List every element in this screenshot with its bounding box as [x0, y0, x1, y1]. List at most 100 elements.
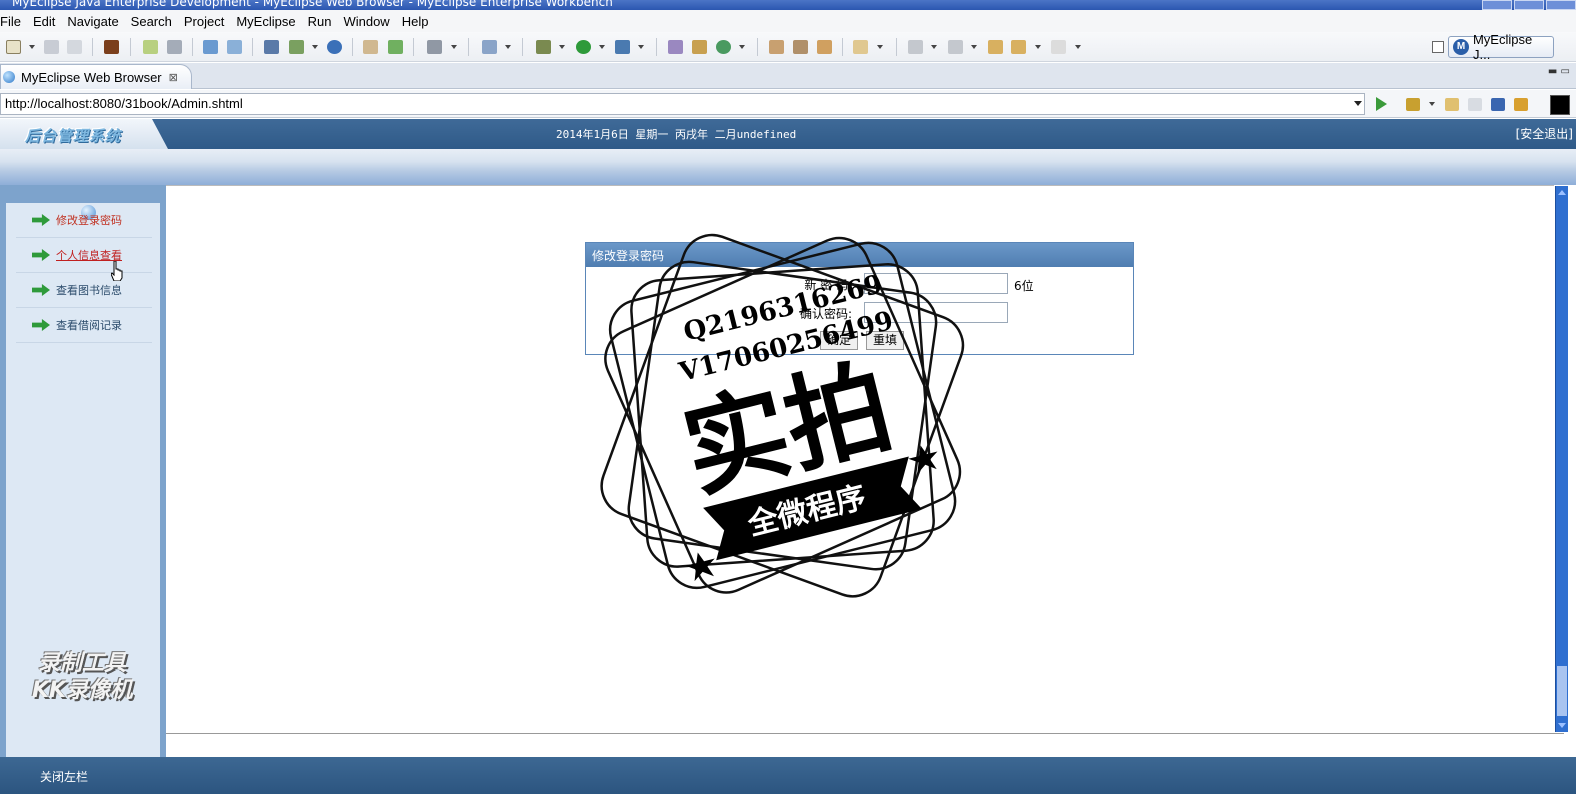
- content-divider: [166, 733, 1564, 734]
- scroll-down-icon[interactable]: [1558, 723, 1566, 728]
- save-all-icon[interactable]: [67, 40, 82, 54]
- run-server-icon[interactable]: [289, 40, 304, 54]
- chevron-down-icon[interactable]: [1035, 45, 1041, 49]
- new-password-row: 新 密 码: 6位: [586, 273, 1135, 295]
- chevron-down-icon[interactable]: [739, 45, 745, 49]
- wizard-icon[interactable]: [203, 40, 218, 54]
- external-tools-icon[interactable]: [615, 40, 630, 54]
- refresh-icon[interactable]: [1514, 98, 1528, 111]
- new-password-label: 新 密 码:: [804, 278, 852, 292]
- scroll-up-icon[interactable]: [1558, 190, 1566, 195]
- minimize-maximize-icon[interactable]: ▬ ▭: [1548, 66, 1570, 77]
- go-icon[interactable]: [1376, 97, 1387, 111]
- change-password-form: 修改登录密码 新 密 码: 6位 确认密码: 确定 重填: [585, 242, 1134, 355]
- debug-config-icon[interactable]: [143, 40, 158, 54]
- chevron-down-icon[interactable]: [312, 45, 318, 49]
- confirm-password-row: 确认密码:: [586, 302, 1135, 324]
- folder-icon[interactable]: [853, 40, 868, 54]
- nav-label: 查看借阅记录: [56, 319, 122, 332]
- package-icon[interactable]: [104, 40, 119, 54]
- stop-icon[interactable]: [1491, 98, 1505, 111]
- vertical-scrollbar[interactable]: [1555, 186, 1568, 732]
- menu-myeclipse[interactable]: MyEclipse: [230, 14, 301, 29]
- server-icon[interactable]: [167, 40, 182, 54]
- url-input[interactable]: http://localhost:8080/31book/Admin.shtml: [0, 93, 1365, 115]
- menu-navigate[interactable]: Navigate: [61, 14, 124, 29]
- new-class-icon[interactable]: [668, 40, 683, 54]
- forward-icon[interactable]: [1468, 98, 1482, 111]
- pen-icon[interactable]: [793, 40, 808, 54]
- menu-search[interactable]: Search: [125, 14, 178, 29]
- confirm-password-input[interactable]: [864, 302, 1008, 323]
- close-window-button[interactable]: [1546, 0, 1576, 10]
- toolbar-separator: [130, 38, 131, 56]
- close-icon[interactable]: ⊠: [169, 71, 178, 84]
- back-icon[interactable]: [1445, 98, 1459, 111]
- menu-edit[interactable]: Edit: [27, 14, 61, 29]
- arrow-right-icon: [32, 214, 50, 226]
- submit-button[interactable]: 确定: [820, 331, 859, 350]
- nav-change-password[interactable]: 修改登录密码: [16, 203, 152, 238]
- scroll-thumb[interactable]: [1557, 666, 1567, 716]
- menu-project[interactable]: Project: [178, 14, 230, 29]
- chevron-down-icon[interactable]: [29, 45, 35, 49]
- menu-window[interactable]: Window: [337, 14, 395, 29]
- nav-borrow-records[interactable]: 查看借阅记录: [16, 308, 152, 343]
- screenshot-icon[interactable]: [427, 40, 442, 54]
- last-edit-icon[interactable]: [988, 40, 1003, 54]
- deploy-icon[interactable]: [264, 40, 279, 54]
- new-file-icon[interactable]: [6, 40, 21, 54]
- editor-tab-row: MyEclipse Web Browser ⊠ ▬ ▭: [0, 63, 1576, 89]
- add-icon[interactable]: [388, 40, 403, 54]
- perspective-button[interactable]: M MyEclipse J...: [1448, 32, 1554, 62]
- menu-help[interactable]: Help: [396, 14, 435, 29]
- chevron-down-icon[interactable]: [1075, 45, 1081, 49]
- chevron-down-icon[interactable]: [638, 45, 644, 49]
- toolbar-separator: [92, 38, 93, 56]
- menu-bar: File Edit Navigate Search Project MyEcli…: [0, 10, 1576, 32]
- chevron-down-icon[interactable]: [599, 45, 605, 49]
- globe-icon[interactable]: [327, 40, 342, 54]
- chevron-down-icon[interactable]: [931, 45, 937, 49]
- prev-annotation-icon[interactable]: [948, 40, 963, 54]
- search-wizard-icon[interactable]: [227, 40, 242, 54]
- task-icon[interactable]: [482, 40, 497, 54]
- forward-icon[interactable]: [1051, 40, 1066, 54]
- minimize-button[interactable]: [1482, 0, 1512, 10]
- view-source-icon[interactable]: [1550, 95, 1570, 115]
- debug-icon[interactable]: [536, 40, 551, 54]
- nav-personal-info[interactable]: 个人信息查看: [16, 238, 152, 273]
- menu-file[interactable]: File: [0, 14, 27, 29]
- password-hint: 6位: [1014, 279, 1034, 293]
- folder-open-icon[interactable]: [363, 40, 378, 54]
- next-annotation-icon[interactable]: [908, 40, 923, 54]
- nav-label: 修改登录密码: [56, 214, 122, 227]
- open-perspective-icon[interactable]: [1432, 41, 1444, 53]
- chevron-down-icon[interactable]: [505, 45, 511, 49]
- nav-label: 查看图书信息: [56, 284, 122, 297]
- reset-button[interactable]: 重填: [866, 331, 905, 350]
- open-type-icon[interactable]: [769, 40, 784, 54]
- back-icon[interactable]: [1011, 40, 1026, 54]
- maximize-button[interactable]: [1514, 0, 1544, 10]
- open-task-icon[interactable]: [817, 40, 832, 54]
- save-icon[interactable]: [44, 40, 59, 54]
- logout-link[interactable]: [安全退出]: [1516, 125, 1573, 142]
- nav-books[interactable]: 查看图书信息: [16, 273, 152, 308]
- toolbar-separator: [896, 38, 897, 56]
- chevron-down-icon[interactable]: [1354, 101, 1362, 106]
- menu-run[interactable]: Run: [302, 14, 338, 29]
- tab-web-browser[interactable]: MyEclipse Web Browser ⊠: [0, 64, 192, 89]
- chevron-down-icon[interactable]: [451, 45, 457, 49]
- toolbar-separator: [757, 38, 758, 56]
- favorites-icon[interactable]: [1406, 98, 1420, 111]
- new-package-icon[interactable]: [692, 40, 707, 54]
- refresh-icon[interactable]: [716, 40, 731, 54]
- chevron-down-icon[interactable]: [1429, 102, 1435, 106]
- close-left-panel-link[interactable]: 关闭左栏: [40, 768, 88, 785]
- chevron-down-icon[interactable]: [877, 45, 883, 49]
- run-icon[interactable]: [576, 40, 591, 54]
- new-password-input[interactable]: [864, 273, 1008, 294]
- chevron-down-icon[interactable]: [971, 45, 977, 49]
- chevron-down-icon[interactable]: [559, 45, 565, 49]
